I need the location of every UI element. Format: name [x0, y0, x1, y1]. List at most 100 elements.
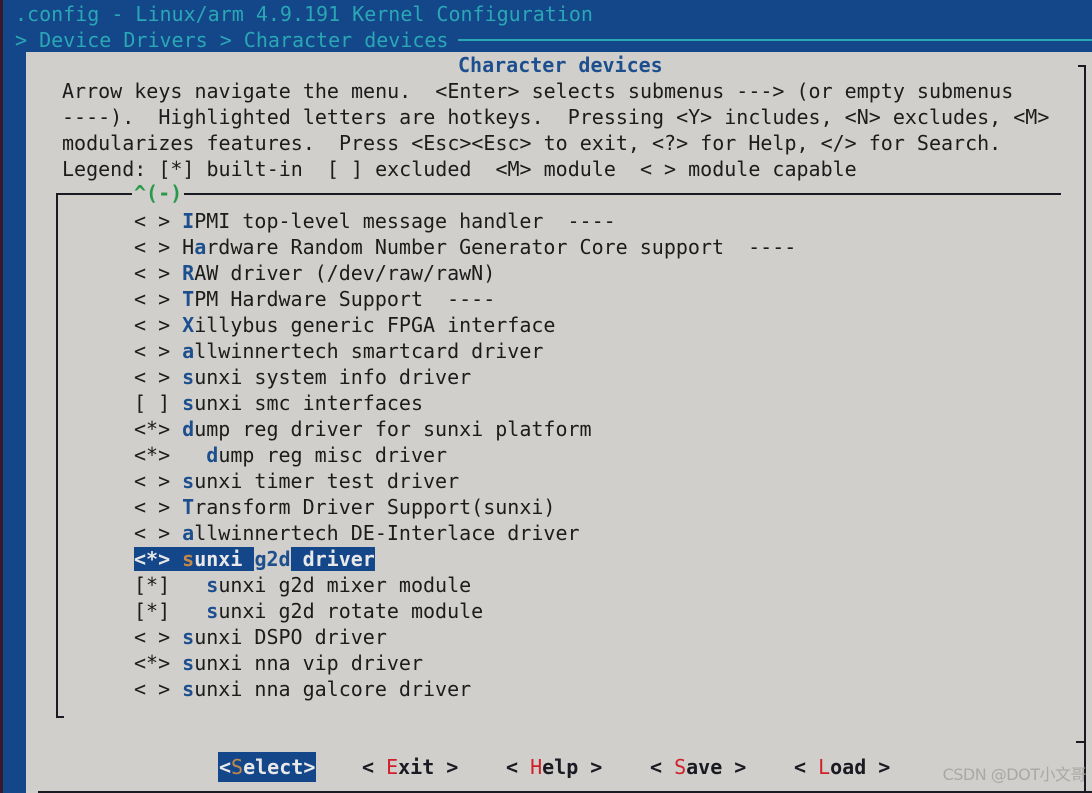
- hotkey: S: [674, 755, 687, 779]
- breadcrumb: > Device Drivers > Character devices: [15, 28, 449, 52]
- help-line: Arrow keys navigate the menu. <Enter> se…: [62, 79, 1014, 103]
- item-label: rdware Random Number Generator Core supp…: [206, 235, 797, 259]
- item-label: llwinnertech DE-Interlace driver: [194, 521, 580, 545]
- item-state: < >: [134, 469, 183, 493]
- item-hotkey: s: [182, 547, 195, 571]
- item-label: driver: [290, 547, 375, 571]
- menu-item[interactable]: <*> dump reg driver for sunxi platform: [134, 416, 796, 442]
- item-label: unxi smc interfaces: [194, 391, 423, 415]
- item-hotkey: s: [182, 469, 195, 493]
- menu-item[interactable]: [*] sunxi g2d mixer module: [134, 572, 796, 598]
- menu-item[interactable]: < > sunxi timer test driver: [134, 468, 796, 494]
- menu-item[interactable]: [ ] sunxi smc interfaces: [134, 390, 796, 416]
- item-state: < >: [134, 339, 183, 363]
- button-bar: <Select> < Exit > < Help > < Save > < Lo…: [26, 752, 1092, 782]
- help-text: Arrow keys navigate the menu. <Enter> se…: [62, 78, 1049, 182]
- item-label: g2d: [254, 547, 291, 571]
- item-indent: [182, 573, 206, 597]
- item-hotkey: R: [182, 261, 195, 285]
- item-label: unxi g2d mixer module: [218, 573, 472, 597]
- item-label: unxi nna galcore driver: [194, 677, 472, 701]
- menu-item[interactable]: < > allwinnertech DE-Interlace driver: [134, 520, 796, 546]
- item-label: PM Hardware Support ----: [194, 287, 496, 311]
- bracket: <: [219, 755, 232, 779]
- item-indent: [182, 443, 206, 467]
- menu-item[interactable]: <*> dump reg misc driver: [134, 442, 796, 468]
- scroll-up-indicator[interactable]: ^(-): [132, 180, 185, 206]
- item-hotkey: d: [206, 443, 219, 467]
- dialog-title: Character devices: [458, 53, 663, 77]
- item-state: [ ]: [134, 391, 183, 415]
- item-hotkey: I: [182, 209, 195, 233]
- menu-item[interactable]: < > allwinnertech smartcard driver: [134, 338, 796, 364]
- item-state: <*>: [134, 547, 183, 571]
- item-state: < >: [134, 235, 183, 259]
- menu-item[interactable]: < > IPMI top-level message handler ----: [134, 208, 796, 234]
- item-hotkey: s: [182, 651, 195, 675]
- list-box-corner: [56, 716, 64, 718]
- item-hotkey: X: [182, 313, 195, 337]
- item-hotkey: T: [182, 287, 195, 311]
- item-state: < >: [134, 677, 183, 701]
- menuconfig-dialog: Character devices Arrow keys navigate th…: [26, 52, 1092, 793]
- help-line: modularizes features. Press <Esc><Esc> t…: [62, 131, 1002, 155]
- item-hotkey: s: [206, 573, 219, 597]
- load-button[interactable]: < Load >: [794, 752, 890, 782]
- item-state: < >: [134, 521, 183, 545]
- bracket: >: [866, 755, 891, 779]
- item-label: unxi DSPO driver: [194, 625, 387, 649]
- item-label: ump reg misc driver: [218, 443, 448, 467]
- item-state: <*>: [134, 443, 183, 467]
- menu-item[interactable]: < > TPM Hardware Support ----: [134, 286, 796, 312]
- menu-items: < > IPMI top-level message handler ---- <…: [134, 208, 796, 702]
- button-label: ave: [686, 755, 723, 779]
- menu-item[interactable]: < > Xillybus generic FPGA interface: [134, 312, 796, 338]
- bracket: <: [650, 755, 675, 779]
- dialog-border-corner: [1078, 65, 1086, 67]
- item-label: unxi g2d rotate module: [218, 599, 484, 623]
- menu-item[interactable]: < > sunxi DSPO driver: [134, 624, 796, 650]
- item-hotkey: d: [182, 417, 195, 441]
- menu-item[interactable]: [*] sunxi g2d rotate module: [134, 598, 796, 624]
- item-label: unxi: [194, 547, 255, 571]
- help-button[interactable]: < Help >: [506, 752, 602, 782]
- window-title: .config - Linux/arm 4.9.191 Kernel Confi…: [15, 2, 593, 26]
- item-hotkey: a: [182, 521, 195, 545]
- menu-item[interactable]: < > Hardware Random Number Generator Cor…: [134, 234, 796, 260]
- menu-item[interactable]: < > sunxi nna galcore driver: [134, 676, 796, 702]
- menu-item[interactable]: < > RAW driver (/dev/raw/rawN): [134, 260, 796, 286]
- bracket: >: [722, 755, 747, 779]
- save-button[interactable]: < Save >: [650, 752, 746, 782]
- hotkey: S: [231, 755, 244, 779]
- menu-item[interactable]: <*> sunxi nna vip driver: [134, 650, 796, 676]
- button-label: elect: [243, 755, 304, 779]
- select-button[interactable]: <Select>: [218, 752, 317, 782]
- exit-button[interactable]: < Exit >: [362, 752, 458, 782]
- item-label: ransform Driver Support(sunxi): [194, 495, 556, 519]
- item-indent: [182, 599, 206, 623]
- item-state: <*>: [134, 651, 183, 675]
- item-label: unxi timer test driver: [194, 469, 460, 493]
- item-hotkey: s: [206, 599, 219, 623]
- bracket: >: [303, 755, 316, 779]
- legend-line: Legend: [*] built-in [ ] excluded <M> mo…: [62, 157, 857, 181]
- item-state: < >: [134, 209, 183, 233]
- window-edge: [0, 0, 3, 793]
- button-label: xit: [398, 755, 435, 779]
- item-state: < >: [134, 495, 183, 519]
- item-state: < >: [134, 287, 183, 311]
- item-hotkey: s: [182, 391, 195, 415]
- item-state: < >: [134, 313, 183, 337]
- hotkey: L: [818, 755, 831, 779]
- button-label: elp: [542, 755, 579, 779]
- menu-item-selected[interactable]: <*> sunxi g2d driver: [134, 546, 796, 572]
- menu-item[interactable]: < > sunxi system info driver: [134, 364, 796, 390]
- menu-item[interactable]: < > Transform Driver Support(sunxi): [134, 494, 796, 520]
- bracket: >: [434, 755, 459, 779]
- item-label: illybus generic FPGA interface: [194, 313, 556, 337]
- button-label: oad: [830, 755, 867, 779]
- item-hotkey: s: [182, 365, 195, 389]
- help-line: ----). Highlighted letters are hotkeys. …: [62, 105, 1050, 129]
- breadcrumb-rule: [458, 39, 1092, 41]
- item-state: <*>: [134, 417, 183, 441]
